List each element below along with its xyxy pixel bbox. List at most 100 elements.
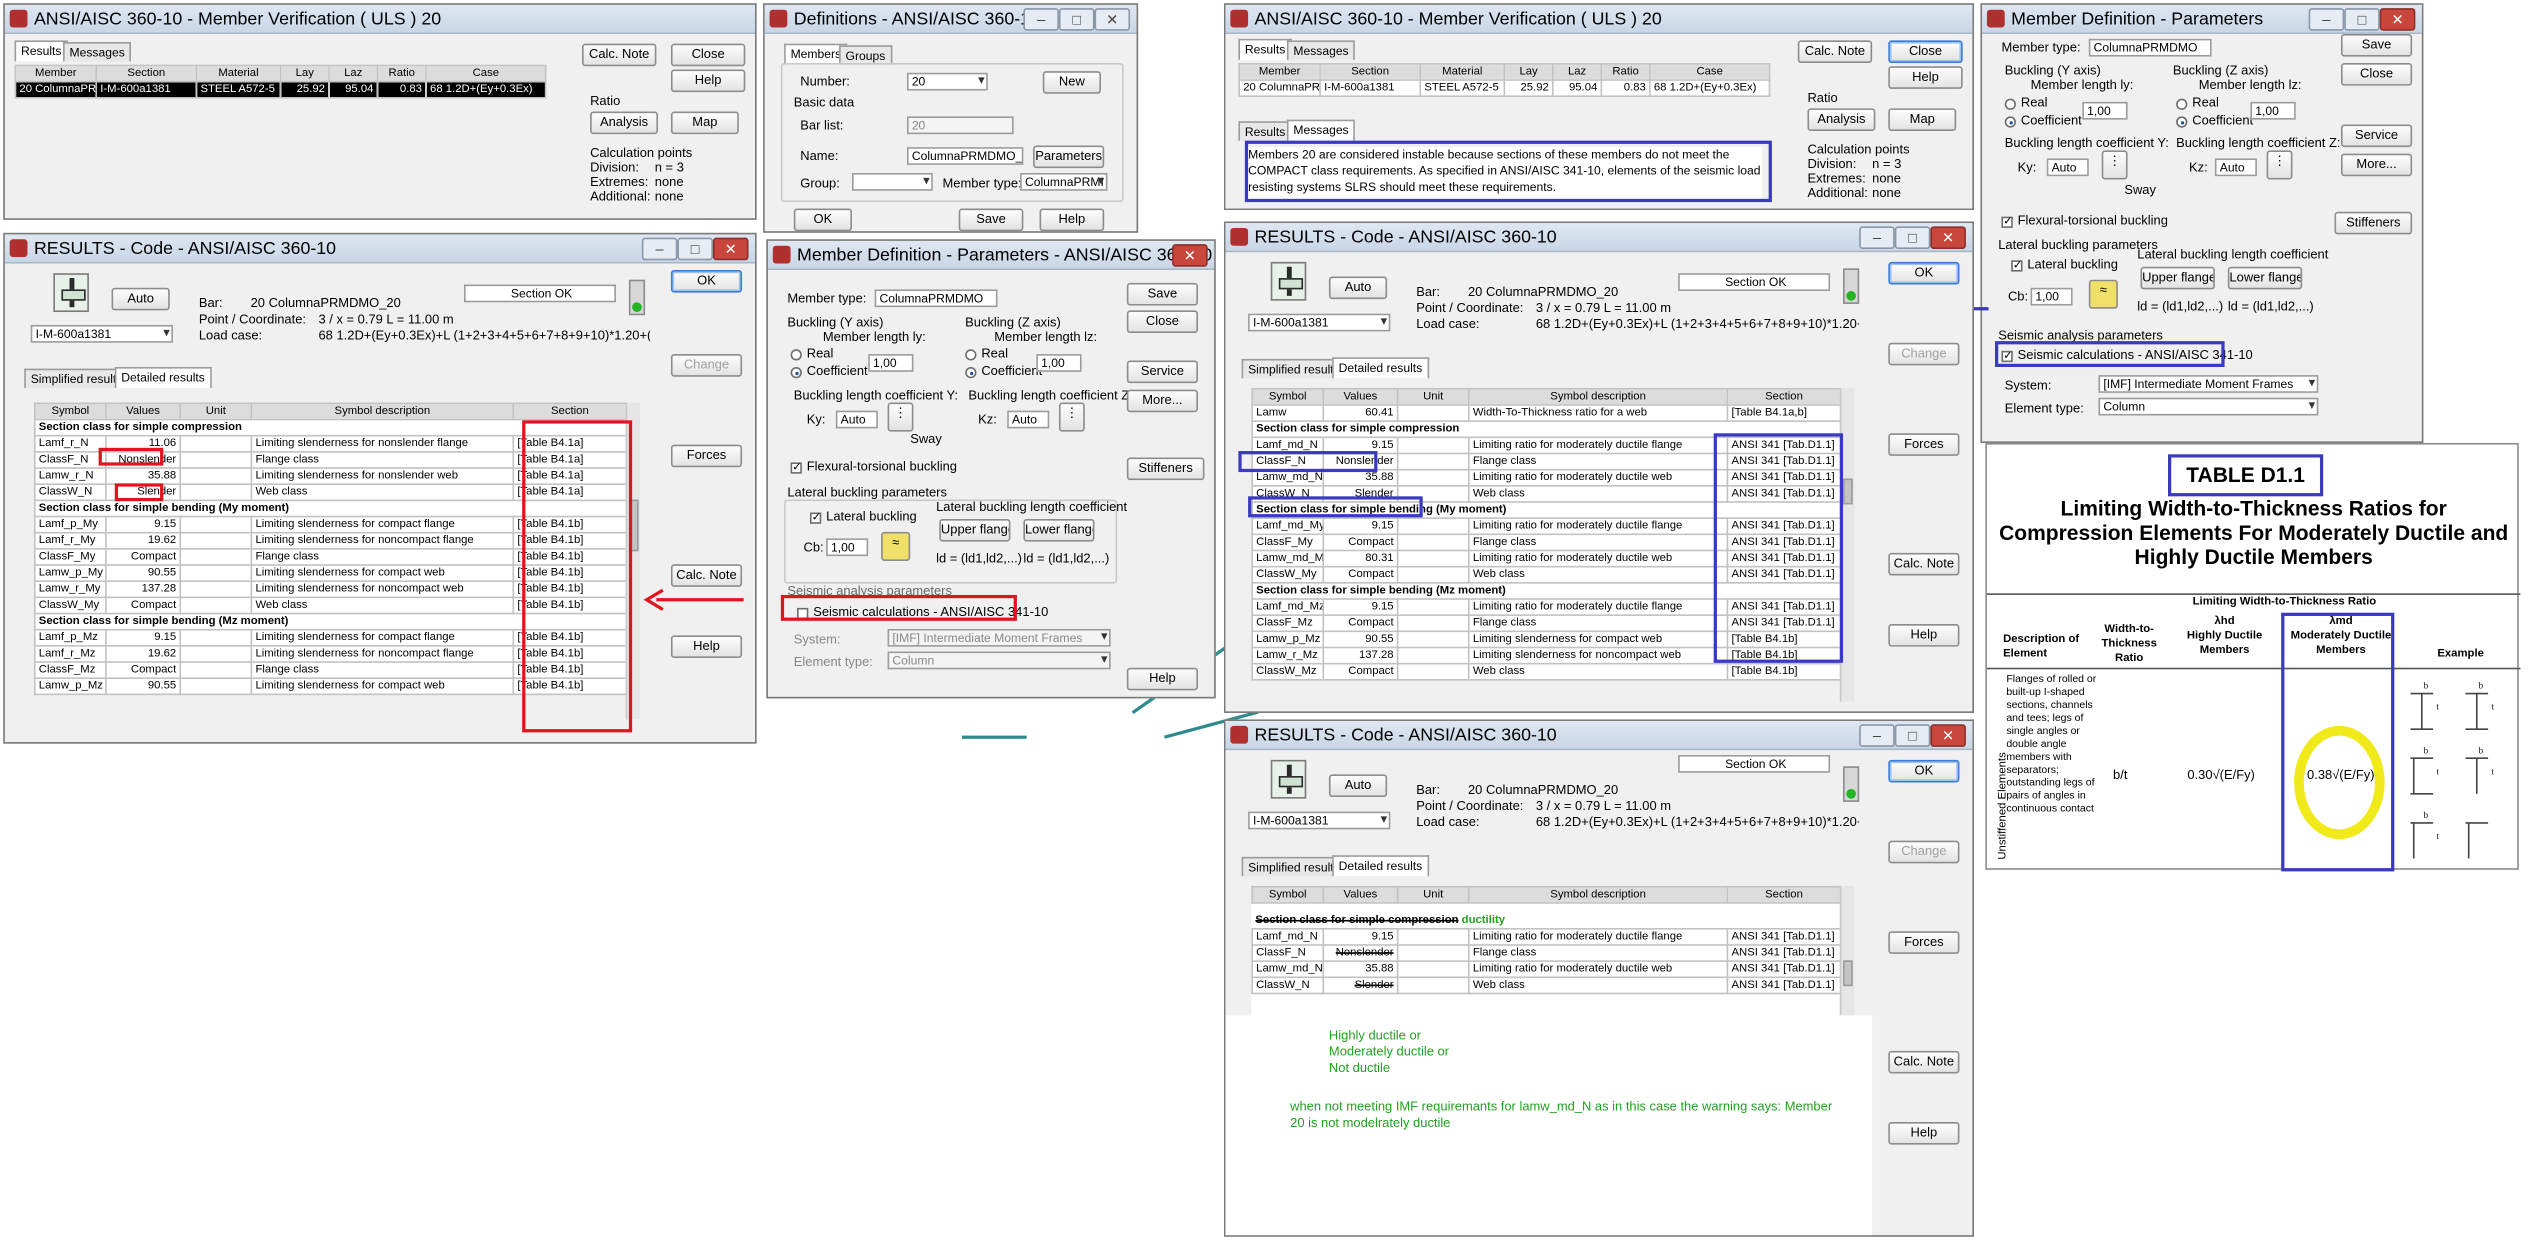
tab-results[interactable]: Results — [1238, 38, 1292, 60]
close-window-button[interactable]: ✕ — [1930, 226, 1966, 249]
table-cell[interactable]: Limiting slenderness for noncompact flan… — [250, 645, 515, 663]
close-button[interactable]: Close — [1126, 310, 1198, 334]
table-cell[interactable]: 9.15 — [105, 515, 182, 534]
cb-input[interactable]: 1,00 — [826, 538, 869, 557]
table-row[interactable]: 20 ColumnaPRMD I-M-600a1381 STEEL A572-5… — [1238, 79, 1771, 98]
table-cell[interactable]: Lamf_p_Mz — [33, 628, 107, 647]
table-cell[interactable] — [179, 451, 253, 469]
table-cell[interactable]: ClassW_N — [33, 483, 107, 502]
table-cell[interactable]: Lamf_r_N — [33, 434, 107, 453]
flexural-checkbox[interactable]: ✓ — [2001, 216, 2013, 228]
name-input[interactable]: ColumnaPRMDMO_20 — [906, 147, 1024, 165]
table-cell[interactable]: ClassF_Mz — [1251, 614, 1325, 633]
table-cell[interactable]: ANSI 341 [Tab.D1.1] — [1726, 976, 1842, 995]
table-cell[interactable]: 9.15 — [1322, 517, 1399, 536]
table-cell[interactable]: Limiting ratio for moderately ductile we… — [1467, 468, 1729, 487]
col-header[interactable]: Section — [512, 402, 628, 421]
col-header[interactable]: Laz — [328, 64, 379, 83]
tab-results[interactable]: Results — [14, 40, 68, 62]
scrollbar-thumb[interactable] — [1843, 478, 1853, 505]
help-button[interactable]: Help — [670, 69, 746, 93]
cb-diagram-icon[interactable]: ≈ — [2088, 279, 2118, 309]
cell[interactable]: 68 1.2D+(Ey+0.3Ex) — [1649, 79, 1771, 98]
table-cell[interactable]: Limiting slenderness for nonslender web — [250, 467, 515, 486]
maximize-button[interactable]: □ — [1058, 8, 1095, 31]
tab-messages[interactable]: Messages — [1286, 40, 1356, 60]
tab-simplified-results[interactable]: Simplified results — [24, 368, 129, 389]
table-cell[interactable] — [1396, 646, 1470, 665]
table-cell[interactable] — [179, 628, 253, 647]
table-cell[interactable]: ClassF_N — [33, 451, 107, 469]
help-button[interactable]: Help — [1126, 667, 1198, 691]
col-header[interactable]: Symbol description — [1467, 885, 1729, 904]
table-cell[interactable] — [1396, 452, 1470, 471]
change-button[interactable]: Change — [1888, 342, 1960, 366]
table-cell[interactable]: Flange class — [1467, 452, 1729, 471]
analysis-button[interactable]: Analysis — [590, 111, 658, 135]
table-cell[interactable] — [179, 564, 253, 583]
cell[interactable]: 25.92 — [279, 80, 330, 99]
col-header[interactable]: Lay — [1503, 63, 1554, 81]
table-cell[interactable]: 19.62 — [105, 645, 182, 663]
flexural-checkbox[interactable]: ✓ — [790, 462, 802, 474]
table-cell[interactable]: Flange class — [250, 548, 515, 566]
table-cell[interactable] — [1396, 944, 1470, 962]
kz-input[interactable]: Auto — [1007, 410, 1050, 429]
tab-detailed-results[interactable]: Detailed results — [1332, 855, 1429, 877]
table-cell[interactable]: Limiting slenderness for compact web — [250, 564, 515, 583]
lower-flange-button[interactable]: Lower flange — [2227, 266, 2303, 290]
cell[interactable]: 20 ColumnaPRMD — [1238, 79, 1321, 98]
table-cell[interactable]: Compact — [105, 661, 182, 680]
section-select[interactable]: I-M-600a1381 — [30, 324, 173, 343]
auto-button[interactable]: Auto — [1328, 276, 1388, 300]
coefficient-radio[interactable] — [790, 366, 802, 379]
stiffeners-button[interactable]: Stiffeners — [1126, 457, 1205, 481]
maximize-button[interactable]: □ — [1894, 724, 1931, 747]
scrollbar[interactable] — [1839, 885, 1855, 1016]
table-cell[interactable] — [1396, 565, 1470, 584]
table-cell[interactable]: ANSI 341 [Tab.D1.1] — [1726, 927, 1842, 946]
table-cell[interactable]: Web class — [250, 483, 515, 502]
calc-note-button[interactable]: Calc. Note — [1888, 552, 1960, 576]
forces-button[interactable]: Forces — [1888, 433, 1960, 456]
forces-button[interactable]: Forces — [670, 444, 743, 468]
element-type-select[interactable]: Column — [2098, 397, 2319, 416]
table-cell[interactable] — [179, 531, 253, 550]
cell[interactable]: 0.83 — [1600, 79, 1651, 98]
help-button[interactable]: Help — [1888, 624, 1960, 647]
real-radio[interactable] — [2004, 98, 2017, 110]
map-button[interactable]: Map — [670, 111, 739, 135]
minimize-button[interactable]: – — [2308, 8, 2345, 31]
section-select[interactable]: I-M-600a1381 — [1248, 313, 1391, 332]
table-cell[interactable]: Lamf_md_Mz — [1251, 598, 1325, 616]
tab-members[interactable]: Members — [784, 43, 848, 65]
scrollbar-thumb[interactable] — [1843, 960, 1853, 987]
tab-detailed-results[interactable]: Detailed results — [114, 366, 212, 389]
table-cell[interactable]: ClassW_My — [33, 596, 107, 615]
col-header[interactable]: Laz — [1552, 63, 1603, 81]
table-cell[interactable]: 35.88 — [105, 467, 182, 486]
col-header[interactable]: Symbol — [33, 402, 107, 421]
section-select[interactable]: I-M-600a1381 — [1248, 811, 1391, 830]
col-header[interactable]: Values — [1322, 388, 1399, 406]
forces-button[interactable]: Forces — [1888, 931, 1960, 954]
table-cell[interactable]: 9.15 — [105, 628, 182, 647]
tab-messages[interactable]: Messages — [63, 42, 132, 62]
table-cell[interactable]: Lamf_r_Mz — [33, 645, 107, 663]
cell[interactable]: 20 ColumnaPRMD — [14, 80, 98, 99]
col-header[interactable]: Case — [425, 64, 547, 83]
table-cell[interactable]: 137.28 — [1322, 646, 1399, 665]
table-cell[interactable]: Flange class — [1467, 533, 1729, 552]
upper-flange-button[interactable]: Upper flange — [939, 518, 1011, 542]
col-header[interactable]: Unit — [1396, 388, 1470, 406]
table-cell[interactable]: Flange class — [250, 661, 515, 680]
ky-picker-button[interactable]: ⋮ — [887, 402, 914, 432]
table-cell[interactable]: Lamw_md_N — [1251, 960, 1325, 979]
cell[interactable]: 95.04 — [328, 80, 379, 99]
cell[interactable]: I-M-600a1381 — [1319, 79, 1422, 98]
member-type-input[interactable]: ColumnaPRMDMO — [2088, 38, 2212, 57]
calc-note-button[interactable]: Calc. Note — [1888, 1050, 1960, 1074]
table-cell[interactable] — [1396, 468, 1470, 487]
calc-note-button[interactable]: Calc. Note — [1797, 40, 1873, 64]
kz-picker-button[interactable]: ⋮ — [2266, 150, 2293, 180]
